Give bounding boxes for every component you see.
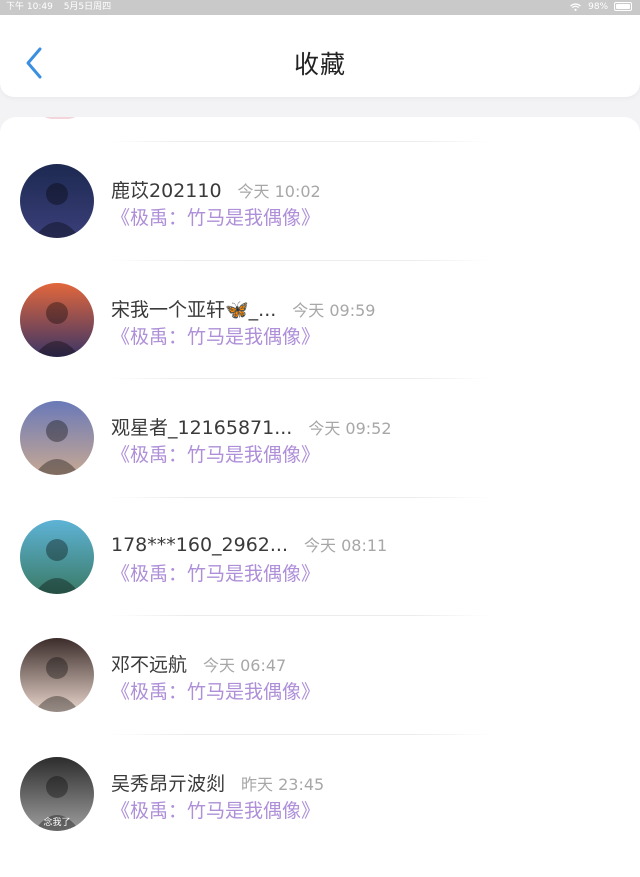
book-title-link[interactable]: 《极禹：竹马是我偶像》 (111, 796, 320, 823)
avatar[interactable] (20, 164, 94, 238)
battery-fill (616, 4, 630, 9)
battery-icon (614, 2, 632, 11)
avatar-image (20, 164, 94, 238)
status-right: 98% (570, 0, 632, 15)
avatar[interactable] (20, 519, 94, 594)
nav-bar: 收藏 (0, 15, 640, 97)
user-line: 宋我一个亚轩🦋_... 今天 09:59 (111, 295, 375, 322)
list-item[interactable]: 178***160_2962... 今天 08:11 《极禹：竹马是我偶像》 (0, 473, 640, 594)
wifi-icon (570, 2, 582, 11)
list-item[interactable]: 邓不远航 今天 06:47 《极禹：竹马是我偶像》 (0, 591, 640, 712)
list-item[interactable]: 观星者_12165871... 今天 09:52 《极禹：竹马是我偶像》 (0, 354, 640, 475)
avatar[interactable] (20, 401, 94, 475)
status-date: 5月5日周四 (63, 2, 112, 12)
battery-percent: 98% (588, 2, 609, 12)
timestamp: 昨天 23:45 (241, 774, 325, 794)
avatar-image (20, 282, 94, 357)
timestamp: 今天 06:47 (203, 656, 287, 675)
username[interactable]: 鹿苡202110 (111, 180, 222, 202)
avatar[interactable]: 念我了 (20, 756, 94, 831)
avatar-image (20, 519, 94, 594)
username[interactable]: 宋我一个亚轩🦋_... (111, 299, 276, 321)
book-title-link[interactable]: 《极禹：竹马是我偶像》 (111, 322, 320, 349)
list-item[interactable]: 鹿苡202110 今天 10:02 《极禹：竹马是我偶像》 (0, 117, 640, 238)
timestamp: 今天 08:11 (304, 535, 388, 555)
status-bar: 下午 10:49 5月5日周四 98% (0, 0, 640, 15)
book-title-link[interactable]: 《极禹：竹马是我偶像》 (111, 559, 320, 586)
timestamp: 今天 10:02 (237, 182, 321, 201)
list-item[interactable]: 宋我一个亚轩🦋_... 今天 09:59 《极禹：竹马是我偶像》 (0, 236, 640, 357)
favorites-list: 鹿苡202110 今天 10:02 《极禹：竹马是我偶像》 宋我一个亚轩🦋_... 今天… (0, 117, 640, 877)
list-item[interactable]: 念我了 吴秀昂亓波剡 昨天 23:45 《极禹：竹马是我偶像》 (0, 710, 640, 831)
status-time: 下午 10:49 (6, 2, 53, 12)
status-left: 下午 10:49 5月5日周四 (6, 0, 119, 15)
book-title-link[interactable]: 《极禹：竹马是我偶像》 (111, 203, 320, 230)
page-title: 收藏 (293, 50, 346, 79)
timestamp: 今天 09:52 (308, 419, 392, 438)
avatar-image: 念我了 (20, 756, 94, 831)
user-line: 吴秀昂亓波剡 昨天 23:45 (111, 769, 324, 796)
avatar-image (20, 638, 94, 712)
username[interactable]: 吴秀昂亓波剡 (111, 773, 225, 795)
username[interactable]: 观星者_12165871... (111, 417, 292, 439)
avatar[interactable] (20, 282, 94, 357)
avatar[interactable] (20, 638, 94, 712)
user-line: 邓不远航 今天 06:47 (111, 650, 286, 677)
user-line: 178***160_2962... 今天 08:11 (111, 532, 387, 556)
timestamp: 今天 09:59 (292, 300, 376, 320)
user-line: 鹿苡202110 今天 10:02 (111, 176, 321, 203)
book-title-link[interactable]: 《极禹：竹马是我偶像》 (111, 440, 320, 467)
avatar-image (20, 401, 94, 475)
username[interactable]: 邓不远航 (111, 654, 187, 676)
avatar-text: 念我了 (43, 816, 70, 828)
user-line: 观星者_12165871... 今天 09:52 (111, 413, 392, 440)
book-title-link[interactable]: 《极禹：竹马是我偶像》 (111, 677, 320, 704)
username[interactable]: 178***160_2962... (111, 534, 288, 556)
